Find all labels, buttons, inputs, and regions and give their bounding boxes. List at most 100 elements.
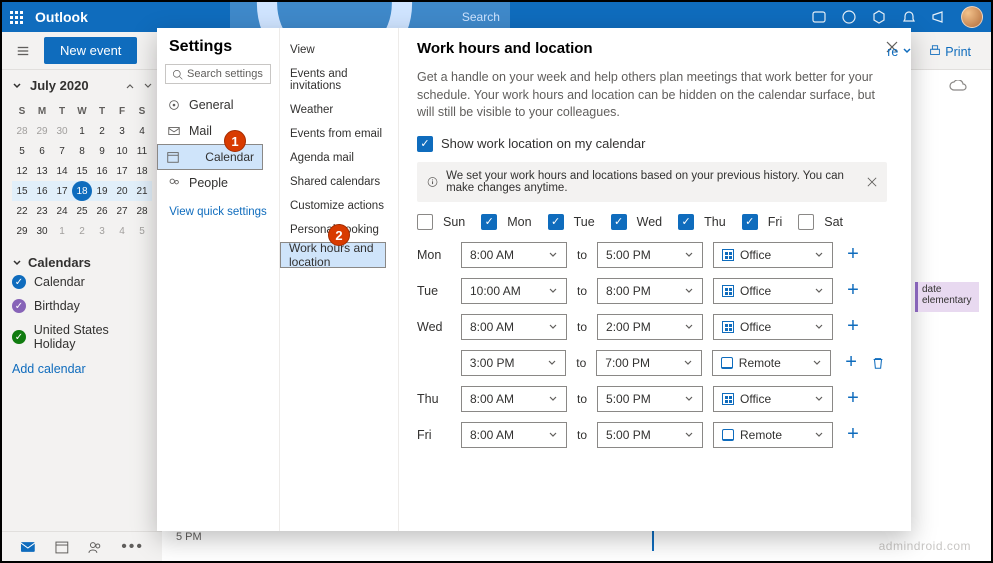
start-time-select[interactable]: 8:00 AM <box>461 242 567 268</box>
end-time-select[interactable]: 2:00 PM <box>597 314 703 340</box>
settings-dialog: Settings Search settings General Mail Cale… <box>157 28 911 531</box>
settings-category-mail[interactable]: Mail <box>157 118 279 144</box>
location-select[interactable]: Remote <box>713 422 833 448</box>
schedule-row: Tue 10:00 AM to 8:00 PM Office + <box>417 278 887 304</box>
to-label: to <box>577 284 587 298</box>
workday-checkbox-sat[interactable] <box>798 214 814 230</box>
add-time-block-button[interactable]: + <box>843 423 863 446</box>
workday-checkbox-sun[interactable] <box>417 214 433 230</box>
category-label: Calendar <box>205 150 254 164</box>
settings-subitem[interactable]: Customize actions <box>280 194 398 218</box>
building-icon <box>722 321 734 333</box>
workday-label: Sat <box>824 215 843 229</box>
show-location-checkbox[interactable]: ✓ <box>417 136 433 152</box>
location-select[interactable]: Remote <box>712 350 831 376</box>
search-icon <box>172 69 183 80</box>
settings-category-people[interactable]: People <box>157 170 279 196</box>
end-time-select[interactable]: 5:00 PM <box>597 422 703 448</box>
settings-subnav-pane: ViewEvents and invitationsWeatherEvents … <box>280 28 399 531</box>
location-select[interactable]: Office <box>713 242 833 268</box>
building-icon <box>722 393 734 405</box>
category-label: Mail <box>189 124 212 138</box>
settings-subitem[interactable]: Events and invitations <box>280 62 398 98</box>
to-label: to <box>577 428 587 442</box>
people-icon <box>167 176 181 190</box>
end-time-select[interactable]: 5:00 PM <box>597 386 703 412</box>
settings-detail-pane: Work hours and location Get a handle on … <box>399 28 911 531</box>
show-location-label: Show work location on my calendar <box>441 136 646 151</box>
settings-subitem[interactable]: Weather <box>280 98 398 122</box>
start-time-select[interactable]: 10:00 AM <box>461 278 567 304</box>
workday-label: Thu <box>704 215 726 229</box>
add-time-block-button[interactable]: + <box>843 387 863 410</box>
workday-checkbox-fri[interactable]: ✓ <box>742 214 758 230</box>
workday-checkbox-thu[interactable]: ✓ <box>678 214 694 230</box>
monitor-icon <box>722 429 734 441</box>
calendar-icon <box>166 150 180 164</box>
add-time-block-button[interactable]: + <box>841 351 861 374</box>
category-label: People <box>189 176 228 190</box>
workday-checkbox-tue[interactable]: ✓ <box>548 214 564 230</box>
print-icon <box>928 44 942 58</box>
start-time-select[interactable]: 8:00 AM <box>461 386 567 412</box>
settings-subitem[interactable]: View <box>280 38 398 62</box>
schedule-day-label: Fri <box>417 428 451 442</box>
event-chip[interactable]: date elementary <box>915 282 979 312</box>
workday-label: Wed <box>637 215 662 229</box>
add-time-block-button[interactable]: + <box>843 243 863 266</box>
start-time-select[interactable]: 8:00 AM <box>461 422 567 448</box>
settings-category-calendar[interactable]: Calendar <box>157 144 263 170</box>
building-icon <box>722 249 734 261</box>
add-time-block-button[interactable]: + <box>843 279 863 302</box>
to-label: to <box>577 392 587 406</box>
gear-icon <box>167 98 181 112</box>
end-time-select[interactable]: 7:00 PM <box>596 350 701 376</box>
workday-label: Sun <box>443 215 465 229</box>
settings-search[interactable]: Search settings <box>165 64 271 84</box>
settings-title: Settings <box>157 28 279 64</box>
end-time-select[interactable]: 8:00 PM <box>597 278 703 304</box>
location-select[interactable]: Office <box>713 314 833 340</box>
location-select[interactable]: Office <box>713 386 833 412</box>
monitor-icon <box>721 357 733 369</box>
workday-checkbox-mon[interactable]: ✓ <box>481 214 497 230</box>
schedule-row: Mon 8:00 AM to 5:00 PM Office + <box>417 242 887 268</box>
schedule-day-label: Tue <box>417 284 451 298</box>
settings-subitem[interactable]: Shared calendars <box>280 170 398 194</box>
schedule-row: 3:00 PM to 7:00 PM Remote + <box>417 350 887 376</box>
share-tail[interactable]: re <box>887 45 912 59</box>
start-time-select[interactable]: 8:00 AM <box>461 314 567 340</box>
settings-overlay: Settings Search settings General Mail Cale… <box>2 2 991 561</box>
category-label: General <box>189 98 233 112</box>
workday-label: Mon <box>507 215 531 229</box>
view-quick-settings-link[interactable]: View quick settings <box>157 196 279 228</box>
settings-subitem[interactable]: Agenda mail <box>280 146 398 170</box>
delete-time-block-button[interactable] <box>871 356 887 370</box>
to-label: to <box>577 320 587 334</box>
info-message: We set your work hours and locations bas… <box>417 162 887 202</box>
workday-label: Fri <box>768 215 783 229</box>
dismiss-info-button[interactable] <box>867 177 877 187</box>
detail-description: Get a handle on your week and help other… <box>417 69 887 122</box>
annotation-1: 1 <box>224 130 246 152</box>
to-label: to <box>576 356 586 370</box>
end-time-select[interactable]: 5:00 PM <box>597 242 703 268</box>
start-time-select[interactable]: 3:00 PM <box>461 350 566 376</box>
top-right-actions: re Print <box>887 44 971 59</box>
schedule-day-label: Wed <box>417 320 451 334</box>
add-time-block-button[interactable]: + <box>843 315 863 338</box>
settings-subitem[interactable]: Events from email <box>280 122 398 146</box>
sync-status-icon <box>949 80 967 92</box>
mail-icon <box>167 124 181 138</box>
schedule-row: Thu8:00 AMto5:00 PMOffice+ <box>417 386 887 412</box>
settings-subitem[interactable]: Work hours and location <box>280 242 386 268</box>
workday-checkbox-wed[interactable]: ✓ <box>611 214 627 230</box>
settings-category-general[interactable]: General <box>157 92 279 118</box>
location-select[interactable]: Office <box>713 278 833 304</box>
schedule-row: Fri 8:00 AM to 5:00 PM Remote + <box>417 422 887 448</box>
settings-categories-pane: Settings Search settings General Mail Cale… <box>157 28 280 531</box>
to-label: to <box>577 248 587 262</box>
print-button[interactable]: Print <box>928 44 971 59</box>
building-icon <box>722 285 734 297</box>
schedule-day-label: Mon <box>417 248 451 262</box>
